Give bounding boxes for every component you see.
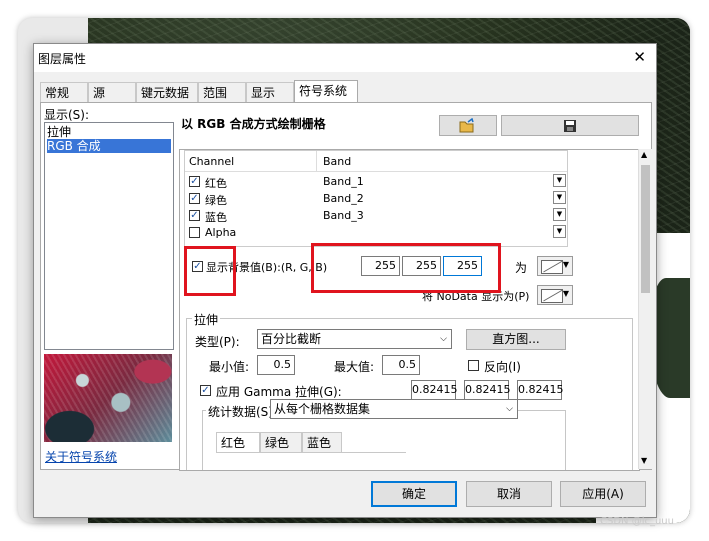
max-input[interactable]: 0.5 — [382, 355, 420, 375]
stats-tab-blue[interactable]: 蓝色 — [302, 432, 342, 452]
save-button[interactable] — [501, 115, 639, 136]
chevron-down-icon: ⌵ — [440, 334, 447, 344]
tab-extent[interactable]: 范围 — [198, 82, 246, 102]
open-button[interactable] — [439, 115, 497, 136]
band-row-blue: ✓ 蓝色 Band_3 ▼ — [185, 207, 567, 224]
apply-button[interactable]: 应用(A) — [560, 481, 646, 507]
no-color-swatch-icon — [541, 289, 563, 303]
stretch-type-value: 百分比截断 — [261, 332, 322, 346]
renderer-item-rgb[interactable]: RGB 合成 — [47, 139, 171, 153]
save-disk-icon — [564, 120, 576, 132]
invert-checkbox[interactable] — [468, 360, 479, 371]
type-label: 类型(P): — [195, 335, 240, 349]
show-label: 显示(S): — [44, 108, 90, 122]
scroll-up-icon[interactable]: ▲ — [641, 150, 647, 159]
band-blue-value: Band_3 — [323, 209, 364, 222]
red-channel-checkbox[interactable]: ✓ — [189, 176, 200, 187]
band-green-value: Band_2 — [323, 192, 364, 205]
gamma-red-input[interactable]: 0.82415 — [411, 380, 458, 400]
chevron-down-icon: ▼ — [562, 260, 569, 269]
close-icon[interactable]: ✕ — [633, 48, 646, 66]
highlight-box-rgb-values — [311, 243, 501, 293]
chevron-down-icon[interactable]: ▼ — [553, 208, 566, 221]
ok-button[interactable]: 确定 — [371, 481, 457, 507]
alpha-channel-checkbox[interactable] — [189, 227, 200, 238]
stretch-group-label: 拉伸 — [192, 311, 221, 328]
dialog-title: 图层属性 — [38, 52, 87, 66]
channel-green: 绿色 — [205, 194, 227, 207]
open-folder-icon — [459, 117, 474, 133]
statistics-label: 统计数据(S) — [206, 403, 275, 420]
scroll-down-icon[interactable]: ▼ — [641, 456, 647, 465]
nodata-color-picker[interactable]: ▼ — [537, 285, 573, 305]
chevron-down-icon[interactable]: ▼ — [553, 225, 566, 238]
blue-channel-checkbox[interactable]: ✓ — [189, 210, 200, 221]
gamma-blue-input[interactable]: 0.82415 — [517, 380, 564, 400]
layer-properties-dialog: 图层属性 ✕ 常规 源 键元数据 范围 显示 符号系统 显示(S): 拉伸 RG… — [33, 43, 657, 518]
gamma-green-input[interactable]: 0.82415 — [464, 380, 511, 400]
chevron-down-icon[interactable]: ▼ — [553, 191, 566, 204]
tab-general[interactable]: 常规 — [40, 82, 88, 102]
background-color-picker[interactable]: ▼ — [537, 256, 573, 276]
channel-red: 红色 — [205, 177, 227, 190]
gamma-checkbox[interactable]: ✓ — [200, 385, 211, 396]
stats-tab-red[interactable]: 红色 — [216, 432, 260, 452]
band-table: Channel Band ✓ 红色 Band_1 ▼ ✓ 绿色 Band_2 ▼ — [184, 150, 568, 247]
no-color-swatch-icon — [541, 260, 563, 274]
histogram-button[interactable]: 直方图... — [466, 329, 566, 350]
gamma-label: 应用 Gamma 拉伸(G): — [216, 385, 342, 399]
tab-symbology[interactable]: 符号系统 — [294, 80, 358, 103]
statistics-select[interactable]: 从每个栅格数据集 ⌵ — [270, 399, 518, 419]
symbology-preview-image — [44, 354, 172, 442]
green-channel-checkbox[interactable]: ✓ — [189, 193, 200, 204]
renderer-item-stretch[interactable]: 拉伸 — [47, 125, 171, 139]
stats-tab-body — [216, 452, 406, 463]
band-table-header: Channel Band — [185, 151, 567, 172]
about-symbology-link[interactable]: 关于符号系统 — [45, 448, 117, 465]
header-divider — [316, 151, 317, 171]
max-label: 最大值: — [334, 360, 375, 374]
panel-scrollbar[interactable]: ▲ ▼ — [638, 149, 652, 469]
tab-content: 显示(S): 拉伸 RGB 合成 关于符号系统 以 RGB 合成方式绘制栅格 C… — [40, 102, 652, 471]
tab-display[interactable]: 显示 — [246, 82, 294, 102]
cancel-button[interactable]: 取消 — [466, 481, 552, 507]
title-bar: 图层属性 ✕ — [34, 44, 656, 72]
band-red-value: Band_1 — [323, 175, 364, 188]
panel-title: 以 RGB 合成方式绘制栅格 — [181, 117, 326, 131]
as-label: 为 — [515, 261, 528, 275]
tab-source[interactable]: 源 — [88, 82, 136, 102]
min-label: 最小值: — [209, 360, 250, 374]
tab-key-metadata[interactable]: 键元数据 — [136, 82, 198, 102]
statistics-value: 从每个栅格数据集 — [274, 402, 371, 416]
scrollbar-thumb[interactable] — [641, 165, 650, 293]
statistics-tabs: 红色 绿色 蓝色 — [216, 432, 406, 462]
chevron-down-icon: ▼ — [562, 289, 569, 298]
min-input[interactable]: 0.5 — [257, 355, 295, 375]
stats-tab-green[interactable]: 绿色 — [260, 432, 302, 452]
chevron-down-icon[interactable]: ▼ — [553, 174, 566, 187]
watermark: CSDN @lc_uuu — [600, 516, 674, 527]
rgb-settings-panel: Channel Band ✓ 红色 Band_1 ▼ ✓ 绿色 Band_2 ▼ — [179, 149, 640, 471]
chevron-down-icon: ⌵ — [506, 404, 513, 414]
band-row-green: ✓ 绿色 Band_2 ▼ — [185, 190, 567, 207]
band-row-alpha: Alpha ▼ — [185, 224, 567, 241]
highlight-box-checkbox — [184, 246, 236, 296]
stretch-type-select[interactable]: 百分比截断 ⌵ — [257, 329, 452, 349]
channel-header: Channel — [189, 155, 235, 168]
channel-blue: 蓝色 — [205, 211, 227, 224]
channel-alpha: Alpha — [205, 226, 237, 239]
band-row-red: ✓ 红色 Band_1 ▼ — [185, 173, 567, 190]
band-header: Band — [323, 155, 352, 168]
invert-label: 反向(I) — [484, 360, 521, 374]
renderer-list[interactable]: 拉伸 RGB 合成 — [44, 122, 174, 350]
